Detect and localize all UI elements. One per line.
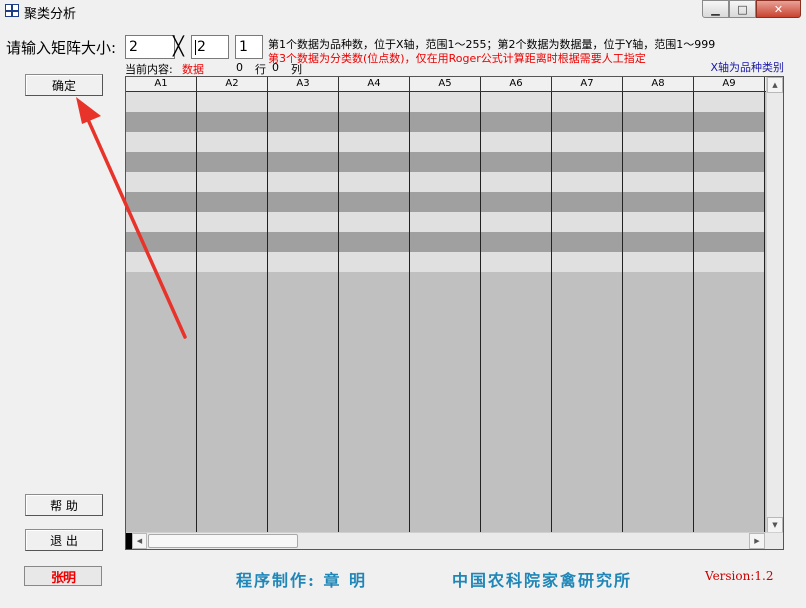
version-label: Version:1.2 (705, 569, 774, 583)
author-credit: 程序制作: 章 明 (236, 571, 368, 590)
author-logo: 张明 (24, 566, 102, 586)
annotation-arrow-icon (76, 97, 187, 339)
organization-name: 中国农科院家禽研究所 (452, 571, 633, 590)
